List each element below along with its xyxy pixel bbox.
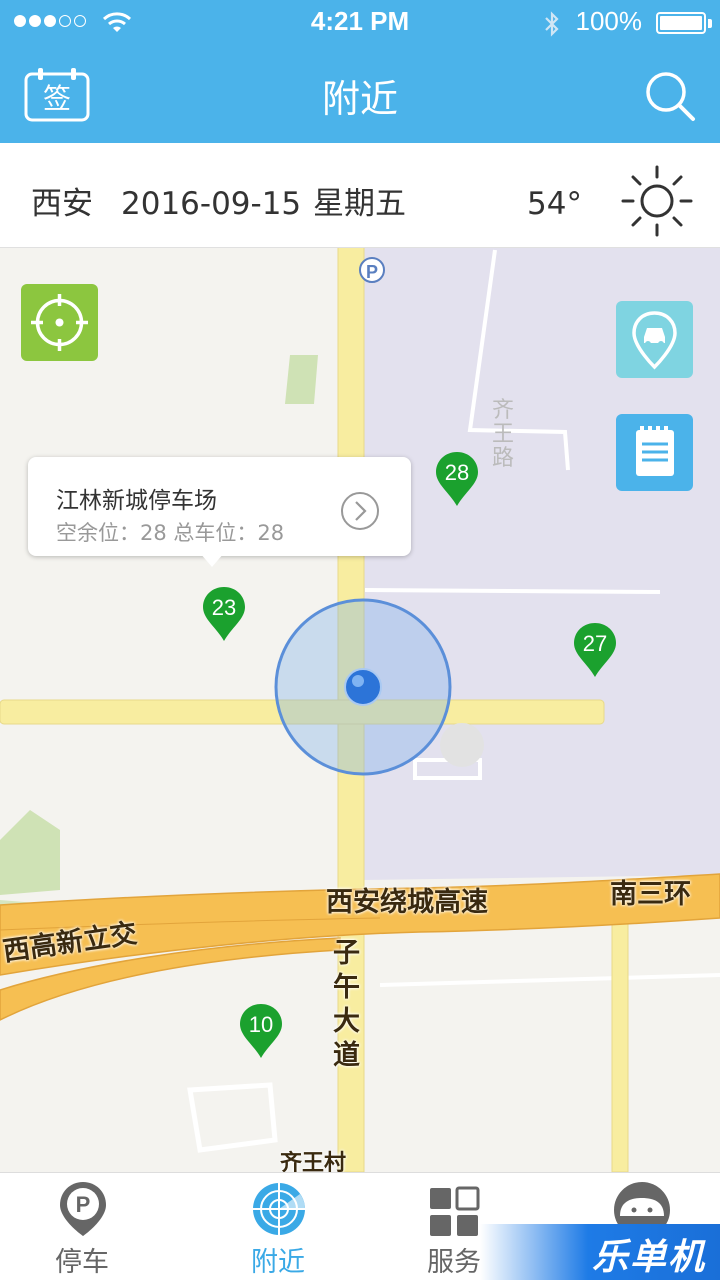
weekday-label: 星期五: [313, 186, 406, 222]
chevron-right-icon[interactable]: [340, 491, 380, 531]
radar-icon: [253, 1183, 305, 1235]
sun-icon: [621, 165, 693, 237]
parking-tab-icon: P: [60, 1182, 106, 1236]
parking-pin[interactable]: 10: [237, 1002, 285, 1060]
city-label: 西安: [31, 186, 93, 222]
road-label-south-ring: 南三环: [610, 879, 691, 910]
bluetooth-icon: [545, 11, 559, 37]
profile-avatar-icon[interactable]: [612, 1180, 672, 1228]
map-view[interactable]: P 齐王路 西安绕城高速 南三环 西高新立交 子午大道 齐王村 28 23 27…: [0, 247, 720, 1172]
parking-pin[interactable]: 28: [433, 450, 481, 508]
date-label: 2016-09-15: [121, 186, 302, 222]
road-label-qiwang-village: 齐王村: [280, 1151, 347, 1172]
parking-pin-count: 27: [583, 631, 607, 656]
grid-icon: [430, 1186, 480, 1236]
road-label-ziwu: 子午大道: [333, 938, 360, 1071]
search-icon[interactable]: [644, 70, 696, 122]
parking-pin[interactable]: 23: [200, 585, 248, 643]
battery-icon: [656, 12, 706, 34]
car-location-button[interactable]: [616, 301, 693, 378]
callout-tail: [200, 553, 224, 567]
notepad-icon: [636, 426, 674, 476]
page-title: 附近: [321, 77, 398, 121]
parking-callout[interactable]: 江林新城停车场 空余位：28 总车位：28: [28, 457, 411, 556]
parking-pin-count: 23: [212, 595, 236, 620]
temperature-label: 54°: [527, 186, 582, 222]
locate-button[interactable]: [21, 284, 98, 361]
parking-pin-count: 10: [249, 1012, 273, 1037]
car-pin-icon: [632, 311, 677, 370]
svg-text:P: P: [366, 262, 378, 282]
tab-parking-label: 停车: [55, 1247, 109, 1278]
tab-nearby-label: 附近: [251, 1247, 305, 1278]
status-bar: 4:21 PM 100%: [0, 0, 720, 44]
callout-parking-detail: 空余位：28 总车位：28: [56, 521, 285, 545]
road-label-qiwang: 齐王路: [492, 398, 515, 471]
battery-percent: 100%: [575, 6, 643, 36]
road-label-expressway: 西安绕城高速: [326, 887, 488, 918]
parking-pin-count: 28: [445, 460, 469, 485]
crosshair-icon: [31, 294, 88, 351]
svg-text:P: P: [76, 1192, 91, 1217]
battery-tip: [708, 19, 712, 28]
callout-parking-name: 江林新城停车场: [56, 488, 217, 514]
notes-button[interactable]: [616, 414, 693, 491]
parking-pin[interactable]: 27: [571, 621, 619, 679]
watermark-text: 乐单机: [591, 1237, 706, 1278]
